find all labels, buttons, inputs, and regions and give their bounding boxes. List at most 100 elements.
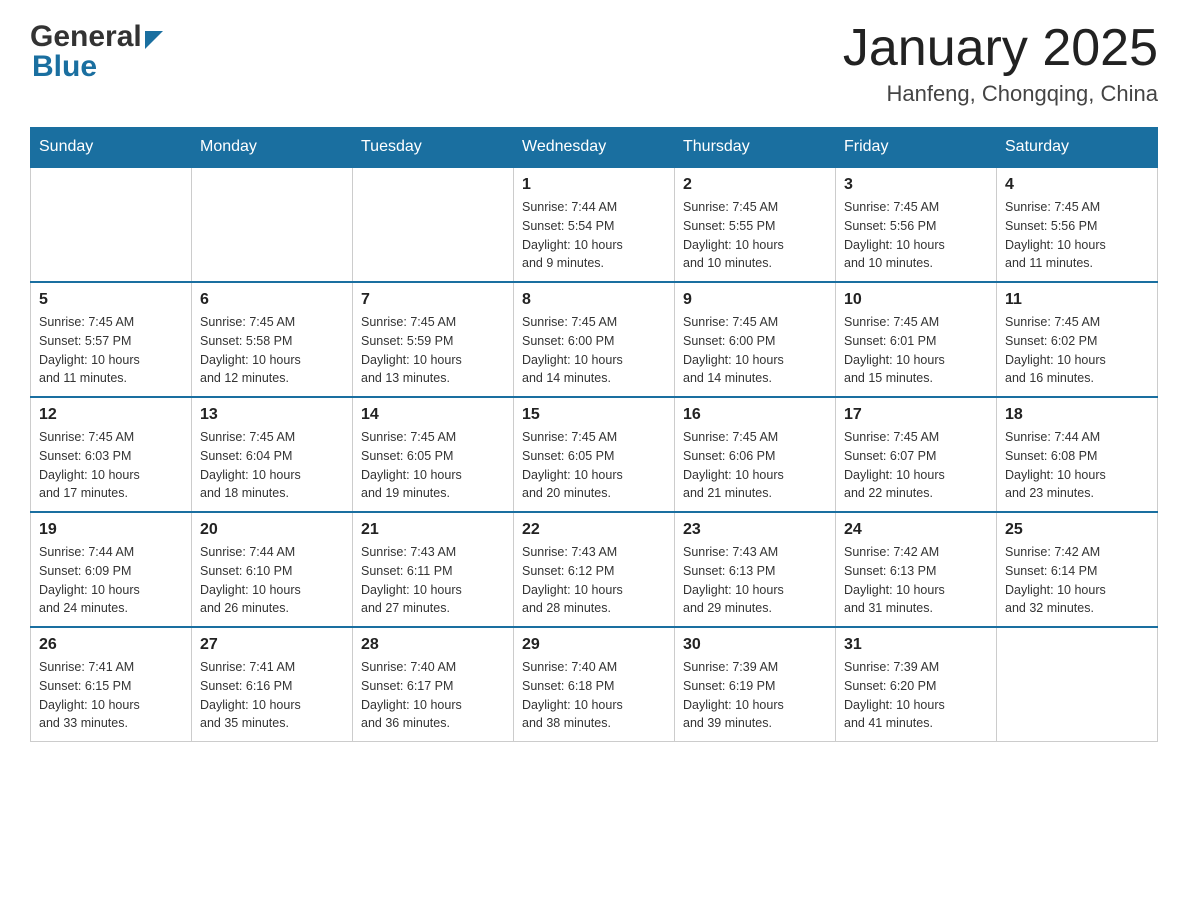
calendar-day-cell: 25Sunrise: 7:42 AM Sunset: 6:14 PM Dayli… <box>997 512 1158 627</box>
calendar-day-cell <box>31 167 192 282</box>
day-number: 10 <box>844 291 988 309</box>
calendar-day-cell: 19 Sunrise: 7:44 AM Sunset: 6:09 PM Dayli… <box>31 512 192 627</box>
calendar-day-cell: 2 Sunrise: 7:45 AM Sunset: 5:55 PM Daylig… <box>675 167 836 282</box>
day-info: Sunrise: 7:44 AM Sunset: 6:09 PM Dayligh… <box>39 543 183 618</box>
day-info: Sunrise: 7:44 AM Sunset: 6:10 PM Dayligh… <box>200 543 344 618</box>
calendar-day-cell: 20 Sunrise: 7:44 AM Sunset: 6:10 PM Dayli… <box>192 512 353 627</box>
day-number: 14 <box>361 406 505 424</box>
calendar-week-row: 1 Sunrise: 7:44 AM Sunset: 5:54 PM Daylig… <box>31 167 1158 282</box>
calendar-day-cell: 10Sunrise: 7:45 AM Sunset: 6:01 PM Dayli… <box>836 282 997 397</box>
day-number: 31 <box>844 636 988 654</box>
day-number: 11 <box>1005 291 1149 309</box>
day-number: 8 <box>522 291 666 309</box>
calendar-day-cell: 3 Sunrise: 7:45 AM Sunset: 5:56 PM Daylig… <box>836 167 997 282</box>
day-info: Sunrise: 7:45 AM Sunset: 6:03 PM Dayligh… <box>39 428 183 503</box>
logo-arrow-icon <box>145 31 163 49</box>
calendar-day-cell: 21 Sunrise: 7:43 AM Sunset: 6:11 PM Dayli… <box>353 512 514 627</box>
calendar-day-cell: 16 Sunrise: 7:45 AM Sunset: 6:06 PM Dayli… <box>675 397 836 512</box>
day-info: Sunrise: 7:44 AM Sunset: 6:08 PM Dayligh… <box>1005 428 1149 503</box>
day-number: 20 <box>200 521 344 539</box>
day-number: 21 <box>361 521 505 539</box>
day-number: 19 <box>39 521 183 539</box>
day-info: Sunrise: 7:45 AM Sunset: 6:07 PM Dayligh… <box>844 428 988 503</box>
day-info: Sunrise: 7:41 AM Sunset: 6:15 PM Dayligh… <box>39 658 183 733</box>
day-info: Sunrise: 7:42 AM Sunset: 6:13 PM Dayligh… <box>844 543 988 618</box>
day-info: Sunrise: 7:45 AM Sunset: 5:56 PM Dayligh… <box>844 198 988 273</box>
day-of-week-header: Sunday <box>31 128 192 168</box>
calendar-day-cell: 6 Sunrise: 7:45 AM Sunset: 5:58 PM Daylig… <box>192 282 353 397</box>
calendar-day-cell: 18Sunrise: 7:44 AM Sunset: 6:08 PM Dayli… <box>997 397 1158 512</box>
calendar-day-cell: 29 Sunrise: 7:40 AM Sunset: 6:18 PM Dayli… <box>514 627 675 742</box>
calendar-day-cell: 26Sunrise: 7:41 AM Sunset: 6:15 PM Dayli… <box>31 627 192 742</box>
day-number: 2 <box>683 176 827 194</box>
calendar-day-cell: 31 Sunrise: 7:39 AM Sunset: 6:20 PM Dayli… <box>836 627 997 742</box>
day-info: Sunrise: 7:44 AM Sunset: 5:54 PM Dayligh… <box>522 198 666 273</box>
day-number: 22 <box>522 521 666 539</box>
day-number: 25 <box>1005 521 1149 539</box>
calendar-week-row: 19 Sunrise: 7:44 AM Sunset: 6:09 PM Dayli… <box>31 512 1158 627</box>
day-info: Sunrise: 7:39 AM Sunset: 6:20 PM Dayligh… <box>844 658 988 733</box>
day-of-week-header: Thursday <box>675 128 836 168</box>
day-info: Sunrise: 7:45 AM Sunset: 6:05 PM Dayligh… <box>361 428 505 503</box>
day-info: Sunrise: 7:45 AM Sunset: 6:05 PM Dayligh… <box>522 428 666 503</box>
day-info: Sunrise: 7:45 AM Sunset: 6:02 PM Dayligh… <box>1005 313 1149 388</box>
calendar-day-cell: 14 Sunrise: 7:45 AM Sunset: 6:05 PM Dayli… <box>353 397 514 512</box>
day-number: 16 <box>683 406 827 424</box>
page-header: General Blue January 2025 Hanfeng, Chong… <box>30 20 1158 107</box>
day-number: 1 <box>522 176 666 194</box>
calendar-day-cell: 11 Sunrise: 7:45 AM Sunset: 6:02 PM Dayli… <box>997 282 1158 397</box>
day-number: 24 <box>844 521 988 539</box>
day-info: Sunrise: 7:40 AM Sunset: 6:18 PM Dayligh… <box>522 658 666 733</box>
day-info: Sunrise: 7:43 AM Sunset: 6:11 PM Dayligh… <box>361 543 505 618</box>
calendar-week-row: 12 Sunrise: 7:45 AM Sunset: 6:03 PM Dayli… <box>31 397 1158 512</box>
day-number: 12 <box>39 406 183 424</box>
day-number: 3 <box>844 176 988 194</box>
day-number: 9 <box>683 291 827 309</box>
logo: General Blue <box>30 20 163 84</box>
calendar-day-cell: 4Sunrise: 7:45 AM Sunset: 5:56 PM Daylig… <box>997 167 1158 282</box>
day-info: Sunrise: 7:45 AM Sunset: 5:59 PM Dayligh… <box>361 313 505 388</box>
calendar-day-cell <box>997 627 1158 742</box>
logo-blue-text: Blue <box>30 50 97 84</box>
calendar-day-cell: 7Sunrise: 7:45 AM Sunset: 5:59 PM Daylig… <box>353 282 514 397</box>
day-number: 17 <box>844 406 988 424</box>
calendar-day-cell: 12 Sunrise: 7:45 AM Sunset: 6:03 PM Dayli… <box>31 397 192 512</box>
day-info: Sunrise: 7:45 AM Sunset: 5:58 PM Dayligh… <box>200 313 344 388</box>
day-of-week-header: Wednesday <box>514 128 675 168</box>
calendar-day-cell: 22Sunrise: 7:43 AM Sunset: 6:12 PM Dayli… <box>514 512 675 627</box>
calendar-day-cell: 24 Sunrise: 7:42 AM Sunset: 6:13 PM Dayli… <box>836 512 997 627</box>
calendar-week-row: 26Sunrise: 7:41 AM Sunset: 6:15 PM Dayli… <box>31 627 1158 742</box>
day-info: Sunrise: 7:45 AM Sunset: 6:06 PM Dayligh… <box>683 428 827 503</box>
day-info: Sunrise: 7:45 AM Sunset: 6:00 PM Dayligh… <box>683 313 827 388</box>
day-number: 28 <box>361 636 505 654</box>
day-of-week-header: Tuesday <box>353 128 514 168</box>
calendar-day-cell: 5Sunrise: 7:45 AM Sunset: 5:57 PM Daylig… <box>31 282 192 397</box>
day-info: Sunrise: 7:45 AM Sunset: 6:00 PM Dayligh… <box>522 313 666 388</box>
day-info: Sunrise: 7:41 AM Sunset: 6:16 PM Dayligh… <box>200 658 344 733</box>
day-info: Sunrise: 7:39 AM Sunset: 6:19 PM Dayligh… <box>683 658 827 733</box>
day-number: 13 <box>200 406 344 424</box>
day-number: 27 <box>200 636 344 654</box>
calendar-day-cell: 1 Sunrise: 7:44 AM Sunset: 5:54 PM Daylig… <box>514 167 675 282</box>
calendar-day-cell: 30Sunrise: 7:39 AM Sunset: 6:19 PM Dayli… <box>675 627 836 742</box>
calendar-day-cell: 15Sunrise: 7:45 AM Sunset: 6:05 PM Dayli… <box>514 397 675 512</box>
day-info: Sunrise: 7:40 AM Sunset: 6:17 PM Dayligh… <box>361 658 505 733</box>
calendar-day-cell: 9 Sunrise: 7:45 AM Sunset: 6:00 PM Daylig… <box>675 282 836 397</box>
day-number: 6 <box>200 291 344 309</box>
title-block: January 2025 Hanfeng, Chongqing, China <box>843 20 1158 107</box>
calendar-week-row: 5Sunrise: 7:45 AM Sunset: 5:57 PM Daylig… <box>31 282 1158 397</box>
day-of-week-header: Monday <box>192 128 353 168</box>
calendar-table: SundayMondayTuesdayWednesdayThursdayFrid… <box>30 127 1158 742</box>
calendar-header-row: SundayMondayTuesdayWednesdayThursdayFrid… <box>31 128 1158 168</box>
calendar-day-cell: 28 Sunrise: 7:40 AM Sunset: 6:17 PM Dayli… <box>353 627 514 742</box>
day-number: 29 <box>522 636 666 654</box>
day-info: Sunrise: 7:45 AM Sunset: 5:55 PM Dayligh… <box>683 198 827 273</box>
day-info: Sunrise: 7:45 AM Sunset: 6:04 PM Dayligh… <box>200 428 344 503</box>
day-of-week-header: Friday <box>836 128 997 168</box>
day-of-week-header: Saturday <box>997 128 1158 168</box>
calendar-day-cell <box>192 167 353 282</box>
day-number: 5 <box>39 291 183 309</box>
calendar-day-cell: 17 Sunrise: 7:45 AM Sunset: 6:07 PM Dayli… <box>836 397 997 512</box>
calendar-day-cell: 27 Sunrise: 7:41 AM Sunset: 6:16 PM Dayli… <box>192 627 353 742</box>
calendar-day-cell: 13 Sunrise: 7:45 AM Sunset: 6:04 PM Dayli… <box>192 397 353 512</box>
